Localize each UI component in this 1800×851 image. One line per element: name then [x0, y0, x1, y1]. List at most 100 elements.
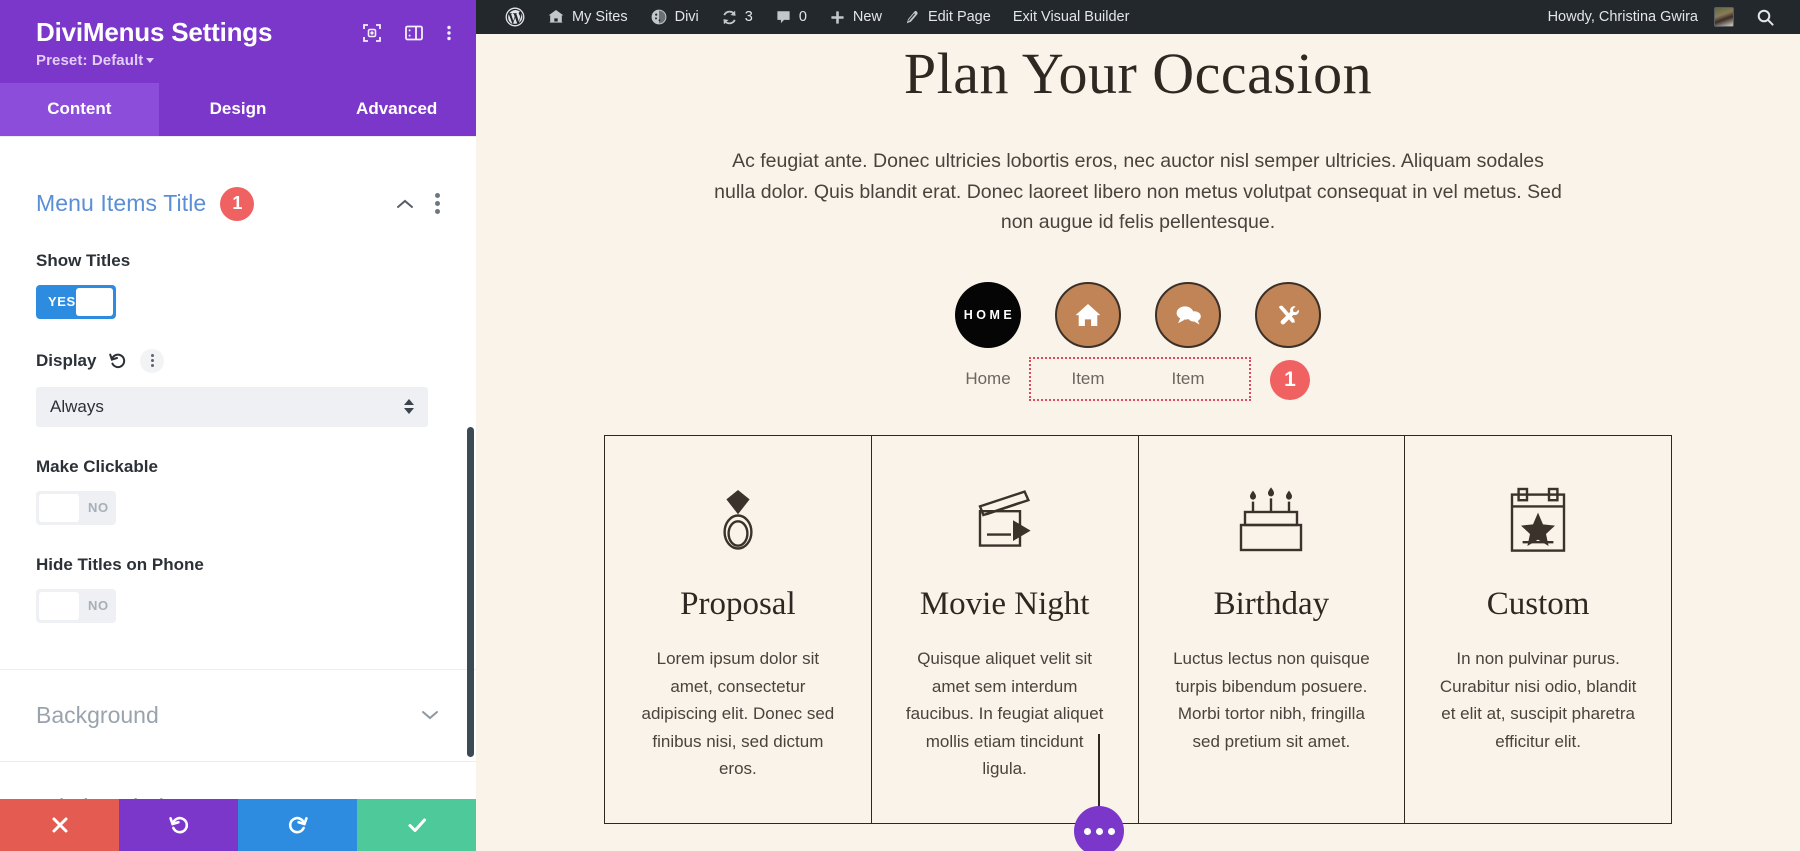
feature-cards-row: Proposal Lorem ipsum dolor sit amet, con… — [604, 435, 1672, 824]
select-display-value: Always — [50, 396, 104, 416]
search-icon — [1757, 9, 1774, 26]
menu-item-chat[interactable]: Item — [1138, 282, 1238, 389]
chat-bubbles-icon — [1176, 306, 1201, 325]
adminbar-divi-label: Divi — [674, 9, 699, 25]
menu-item-home[interactable]: HOME Home — [938, 282, 1038, 389]
pencil-icon — [906, 10, 918, 23]
section-options-icon[interactable] — [435, 193, 440, 215]
menu-item-label: Item — [1171, 369, 1205, 389]
menu-circle-house[interactable] — [1055, 282, 1121, 349]
adminbar-comments[interactable]: 0 — [764, 0, 818, 34]
kebab-menu-icon[interactable] — [446, 23, 452, 43]
updates-icon — [723, 10, 736, 24]
adminbar-new[interactable]: New — [818, 0, 893, 34]
selection-badge: 1 — [1270, 360, 1310, 401]
card-proposal: Proposal Lorem ipsum dolor sit amet, con… — [605, 436, 872, 823]
adminbar-exit-label: Exit Visual Builder — [1012, 9, 1130, 25]
cancel-button[interactable] — [0, 799, 119, 851]
layout-panel-icon[interactable] — [404, 23, 424, 43]
page-title: Plan Your Occasion — [903, 41, 1373, 106]
adminbar-exit-visual-builder[interactable]: Exit Visual Builder — [1002, 0, 1141, 34]
select-arrows-icon — [404, 399, 414, 415]
chevron-up-icon[interactable] — [395, 197, 415, 211]
divimenus-module: HOME Home Item Item 1 — [476, 282, 1800, 402]
divi-logo-icon — [651, 9, 666, 25]
card-title: Proposal — [680, 586, 796, 623]
adminbar-search[interactable] — [1745, 0, 1786, 34]
section-admin-label-title: Admin Label — [36, 794, 420, 799]
chevron-down-icon[interactable] — [420, 708, 440, 722]
card-title: Movie Night — [919, 586, 1090, 623]
adminbar-updates[interactable]: 3 — [710, 0, 764, 34]
toggle-value-hide-titles-on-phone: NO — [88, 598, 109, 614]
plus-icon — [831, 10, 844, 24]
undo-button[interactable] — [119, 799, 238, 851]
house-icon — [1075, 304, 1101, 327]
reset-icon[interactable] — [108, 351, 127, 370]
menu-circle-chat[interactable] — [1155, 282, 1221, 349]
calendar-star-icon — [1510, 487, 1566, 552]
toggle-hide-titles-on-phone[interactable]: NO — [36, 588, 116, 623]
adminbar-new-label: New — [852, 9, 882, 25]
card-body: In non pulvinar purus. Curabitur nisi od… — [1439, 649, 1637, 751]
diamond-ring-icon — [723, 490, 753, 550]
section-badge: 1 — [220, 186, 255, 221]
menu-circle-home[interactable]: HOME — [955, 282, 1021, 349]
adminbar-wordpress-logo[interactable] — [494, 0, 536, 34]
adminbar-divi[interactable]: Divi — [639, 0, 710, 34]
focus-target-icon[interactable] — [362, 23, 382, 43]
panel-tabs: Content Design Advanced — [0, 82, 476, 136]
tab-design[interactable]: Design — [159, 83, 318, 136]
card-body: Luctus lectus non quisque turpis bibendu… — [1173, 649, 1370, 751]
sites-icon — [548, 10, 564, 23]
field-display: Display Always — [36, 348, 440, 427]
field-label-display: Display — [36, 350, 97, 370]
menu-item-label: Home — [965, 369, 1011, 389]
save-button[interactable] — [357, 799, 476, 851]
birthday-cake-icon — [1240, 487, 1303, 552]
adminbar-account[interactable]: Howdy, Christina Gwira — [1537, 0, 1745, 34]
chevron-down-icon — [146, 58, 155, 64]
add-section-fab[interactable] — [1074, 806, 1124, 851]
menu-item-house[interactable]: Item — [1038, 282, 1138, 389]
home-text-icon: HOME — [963, 308, 1016, 323]
adminbar-my-sites[interactable]: My Sites — [536, 0, 639, 34]
adminbar-edit-page[interactable]: Edit Page — [893, 0, 1002, 34]
adminbar-greeting: Howdy, Christina Gwira — [1547, 9, 1698, 25]
hero-paragraph: Ac feugiat ante. Donec ultricies loborti… — [714, 149, 1562, 234]
card-title: Custom — [1486, 586, 1590, 623]
card-custom: Custom In non pulvinar purus. Curabitur … — [1405, 436, 1671, 823]
panel-footer — [0, 799, 476, 851]
field-label-hide-titles-on-phone: Hide Titles on Phone — [36, 554, 204, 574]
section-background[interactable]: Background — [0, 668, 476, 761]
panel-scrollbar[interactable] — [467, 426, 474, 757]
tools-icon — [1279, 305, 1299, 325]
page-canvas: Plan Your Occasion Ac feugiat ante. Done… — [476, 34, 1800, 851]
field-options-icon[interactable] — [140, 348, 165, 373]
section-title: Menu Items Title — [36, 190, 207, 217]
section-background-title: Background — [36, 701, 159, 728]
panel-header: DiviMenus Settings Preset: Default — [0, 0, 476, 83]
panel-scroll-area: Menu Items Title 1 Show Titles YES Displ… — [0, 135, 476, 799]
toggle-show-titles[interactable]: YES — [36, 284, 116, 319]
select-display[interactable]: Always — [36, 386, 428, 427]
card-title: Birthday — [1213, 586, 1330, 623]
field-hide-titles-on-phone: Hide Titles on Phone NO — [36, 555, 440, 623]
card-body: Lorem ipsum dolor sit amet, consectetur … — [641, 649, 835, 779]
comments-icon — [777, 10, 790, 23]
toggle-knob — [39, 493, 79, 522]
page-stage: My Sites Divi 3 0 New Edit Page Exit Vis… — [476, 0, 1800, 851]
avatar — [1714, 7, 1734, 27]
section-menu-items-title[interactable]: Menu Items Title 1 — [36, 137, 440, 221]
toggle-knob — [39, 591, 79, 620]
tab-content[interactable]: Content — [0, 82, 159, 136]
field-label-show-titles: Show Titles — [36, 250, 131, 270]
redo-button[interactable] — [238, 799, 357, 851]
menu-circle-tools[interactable] — [1255, 282, 1321, 349]
toggle-make-clickable[interactable]: NO — [36, 490, 116, 525]
tab-advanced[interactable]: Advanced — [317, 83, 476, 136]
toggle-value-make-clickable: NO — [88, 500, 109, 516]
menu-item-label: Item — [1071, 369, 1105, 389]
section-admin-label[interactable]: Admin Label — [0, 760, 476, 799]
preset-selector[interactable]: Preset: Default — [36, 52, 452, 69]
